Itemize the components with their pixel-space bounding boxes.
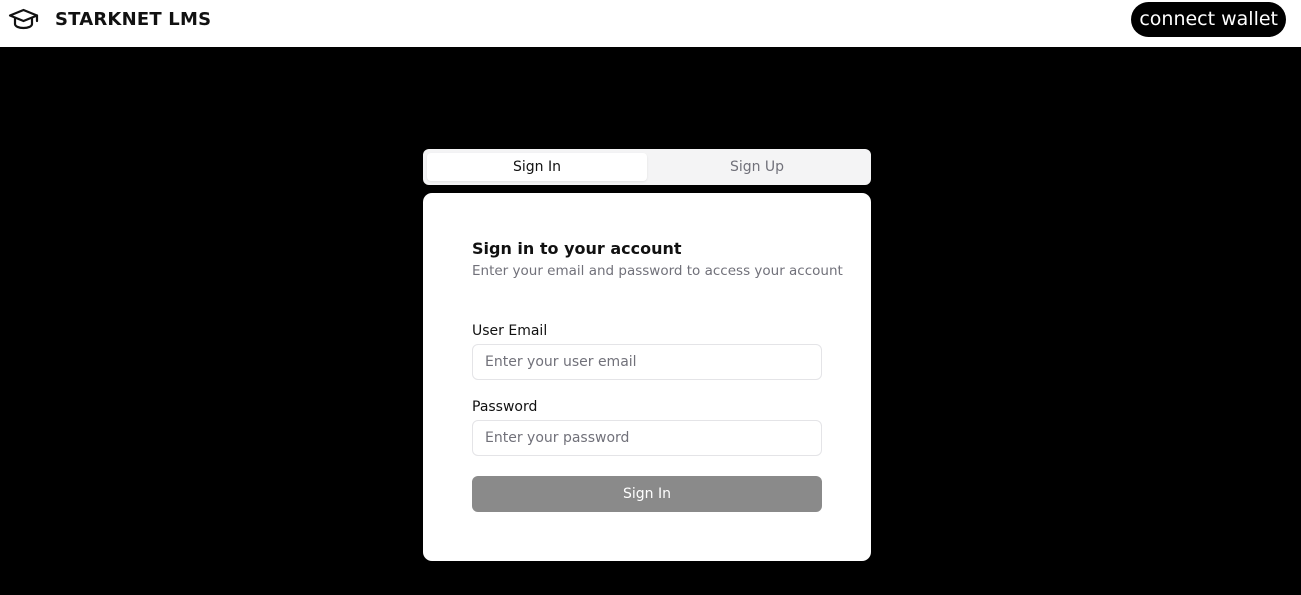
auth-tabs: Sign In Sign Up xyxy=(423,149,871,185)
brand-link[interactable]: STARKNET LMS xyxy=(8,0,211,38)
signin-card: Sign in to your account Enter your email… xyxy=(423,193,871,561)
card-description: Enter your email and password to access … xyxy=(472,263,843,279)
email-field[interactable] xyxy=(472,344,822,380)
connect-wallet-button[interactable]: connect wallet xyxy=(1131,2,1286,37)
password-label: Password xyxy=(472,399,538,415)
tab-sign-up[interactable]: Sign Up xyxy=(647,153,867,181)
top-navbar: STARKNET LMS connect wallet xyxy=(0,0,1301,47)
brand-name: STARKNET LMS xyxy=(55,8,212,30)
sign-in-button[interactable]: Sign In xyxy=(472,476,822,512)
card-title: Sign in to your account xyxy=(472,239,682,258)
graduation-cap-icon xyxy=(8,8,39,30)
email-label: User Email xyxy=(472,323,548,339)
password-field[interactable] xyxy=(472,420,822,456)
tab-sign-in[interactable]: Sign In xyxy=(427,153,647,181)
